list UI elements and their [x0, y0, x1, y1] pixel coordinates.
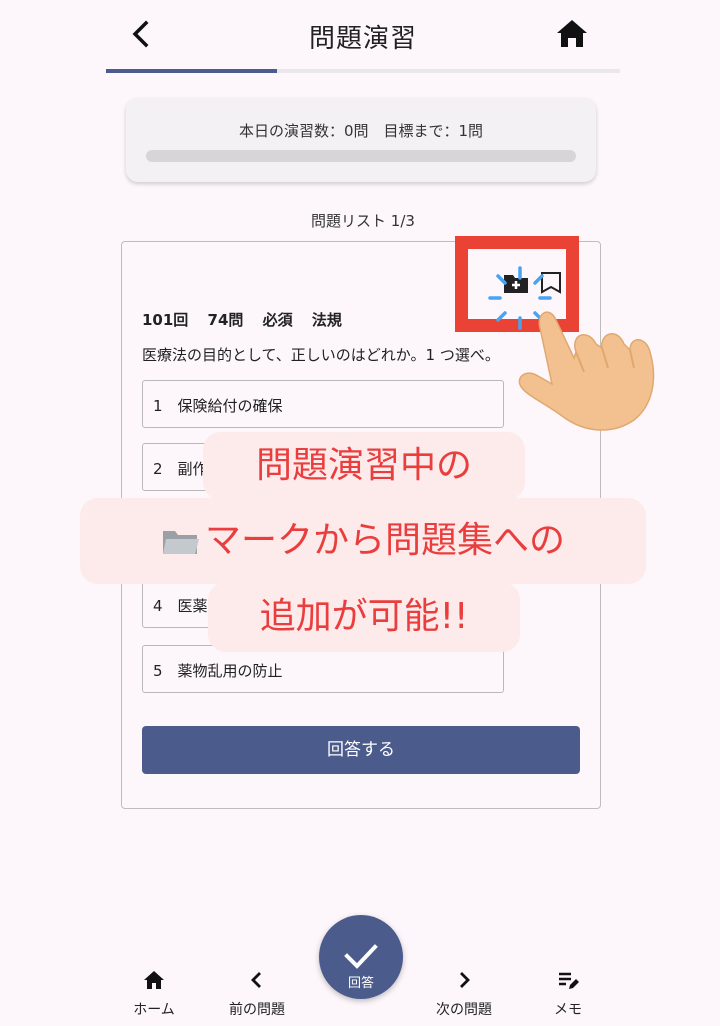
nav-home[interactable]: ホーム	[104, 966, 204, 1022]
tap-hand-icon	[518, 311, 655, 431]
home-button[interactable]	[552, 14, 592, 54]
overlay-caption-line1: 問題演習中の	[203, 432, 525, 500]
overlay-caption-line2: マークから問題集への	[80, 498, 646, 584]
choice-label: 4 医薬	[153, 597, 208, 615]
nav-prev-label: 前の問題	[229, 1002, 285, 1018]
nav-memo-label: メモ	[554, 1002, 582, 1018]
daily-summary-text: 本日の演習数：0問 目標まで：1問	[238, 122, 484, 140]
nav-memo[interactable]: メモ	[518, 966, 618, 1022]
answer-fab[interactable]: 回答	[319, 915, 403, 999]
folder-icon	[162, 531, 199, 554]
chevron-right-icon	[460, 972, 470, 988]
choice-label: 1 保険給付の確保	[153, 397, 283, 415]
daily-summary-card: 本日の演習数：0問 目標まで：1問	[126, 98, 596, 182]
choice-5[interactable]: 5 薬物乱用の防止	[142, 645, 504, 693]
chevron-left-icon	[251, 972, 261, 988]
question-progress-bar	[106, 69, 620, 73]
question-text: 医療法の目的として、正しいのはどれか。1 つ選べ。	[142, 346, 500, 364]
memo-icon	[559, 972, 579, 989]
answer-fab-label: 回答	[347, 976, 374, 991]
nav-prev-question[interactable]: 前の問題	[207, 966, 307, 1022]
nav-next-question[interactable]: 次の問題	[414, 966, 514, 1022]
overlay-caption-line3: 追加が可能!!	[208, 582, 520, 652]
home-icon	[144, 971, 164, 989]
choice-1[interactable]: 1 保険給付の確保	[142, 380, 504, 428]
daily-progress-bar	[146, 150, 576, 162]
choice-label: 5 薬物乱用の防止	[153, 662, 283, 680]
home-icon	[557, 20, 587, 47]
page-title: 問題演習	[308, 24, 417, 54]
nav-next-label: 次の問題	[436, 1002, 492, 1018]
submit-answer-button[interactable]: 回答する	[142, 726, 580, 774]
nav-home-label: ホーム	[133, 1002, 175, 1018]
question-list-label: 問題リスト 1/3	[311, 212, 415, 230]
app-header: 問題演習	[106, 0, 620, 72]
question-progress-fill	[106, 69, 278, 73]
overlay-caption-line2-text: マークから問題集への	[204, 520, 565, 561]
choice-label: 2 副作	[153, 460, 208, 478]
question-meta: 101回 74問 必須 法規	[142, 311, 342, 329]
